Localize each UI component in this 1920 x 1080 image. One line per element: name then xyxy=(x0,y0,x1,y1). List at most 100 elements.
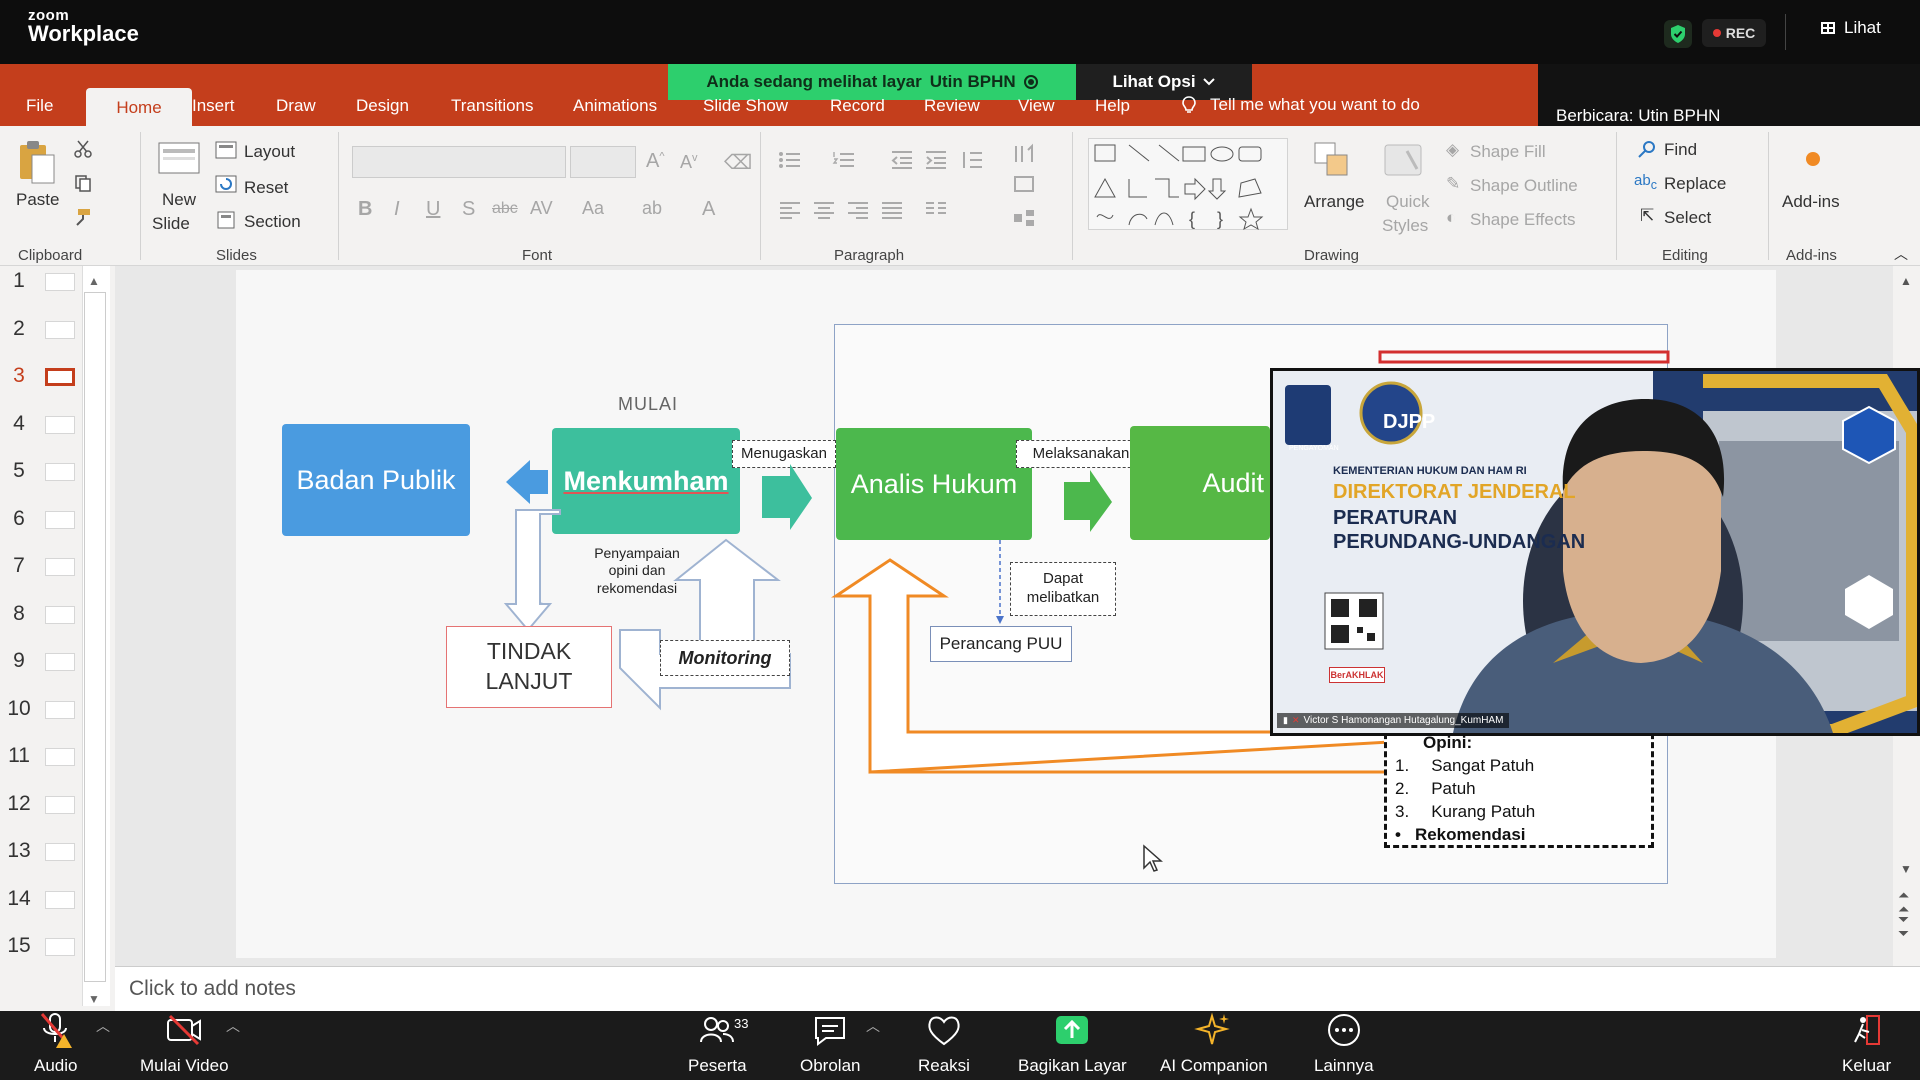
cut-icon[interactable] xyxy=(72,138,94,160)
start-video-button[interactable]: Mulai Video xyxy=(140,1010,229,1076)
shapes-gallery[interactable]: {} xyxy=(1088,138,1288,231)
new-slide-label-1[interactable]: New xyxy=(162,190,196,210)
reset-icon[interactable] xyxy=(214,174,238,194)
ai-companion-button[interactable]: AI Companion xyxy=(1160,1010,1268,1076)
slide-thumbnail[interactable] xyxy=(45,890,75,909)
text-direction-icon[interactable] xyxy=(1010,140,1038,168)
tab-review[interactable]: Review xyxy=(924,96,980,116)
char-spacing-icon[interactable]: AV xyxy=(530,198,553,219)
slide-thumbnail[interactable] xyxy=(45,368,75,386)
new-slide-label-2[interactable]: Slide xyxy=(152,214,190,234)
find-label[interactable]: Find xyxy=(1664,140,1697,160)
format-painter-icon[interactable] xyxy=(72,206,94,228)
slide-number[interactable]: 14 xyxy=(0,887,38,911)
slide-thumbnail[interactable] xyxy=(45,273,75,291)
audio-button[interactable]: Audio xyxy=(34,1010,77,1076)
shape-effects-label[interactable]: Shape Effects xyxy=(1470,210,1576,230)
slide-number[interactable]: 5 xyxy=(0,459,38,483)
bold-icon[interactable]: B xyxy=(358,198,372,221)
slide-thumbnail[interactable] xyxy=(45,843,75,861)
change-case-icon[interactable]: Aa xyxy=(582,198,604,219)
replace-icon[interactable]: abc xyxy=(1634,172,1657,192)
tab-insert[interactable]: Insert xyxy=(192,96,235,116)
increase-indent-icon[interactable] xyxy=(922,148,950,172)
next-slide-icon[interactable]: ⏷ ⏷ xyxy=(1898,912,1909,940)
reactions-button[interactable]: Reaksi xyxy=(918,1010,970,1076)
layout-icon[interactable] xyxy=(214,140,238,160)
slide-thumbnail[interactable] xyxy=(45,605,75,624)
columns-icon[interactable] xyxy=(922,198,950,222)
recording-badge[interactable]: REC xyxy=(1702,19,1766,47)
paste-icon[interactable] xyxy=(14,138,60,186)
scroll-up-icon[interactable]: ▲ xyxy=(1900,274,1912,288)
view-button[interactable]: Lihat xyxy=(1820,18,1881,38)
slide-number[interactable]: 2 xyxy=(0,317,38,341)
section-label[interactable]: Section xyxy=(244,212,301,232)
slide-number[interactable]: 11 xyxy=(0,744,38,768)
audio-options-chevron-icon[interactable]: ︿ xyxy=(96,1016,110,1036)
section-icon[interactable] xyxy=(214,210,238,230)
tab-draw[interactable]: Draw xyxy=(276,96,316,116)
slide-thumbnail[interactable] xyxy=(45,700,75,719)
quick-styles-label-2[interactable]: Styles xyxy=(1382,216,1428,236)
scroll-down-icon[interactable]: ▼ xyxy=(1900,862,1912,876)
new-slide-icon[interactable] xyxy=(156,138,202,184)
quick-styles-icon[interactable] xyxy=(1380,138,1426,184)
shadow-icon[interactable]: S xyxy=(462,198,475,221)
collapse-ribbon-icon[interactable]: ︿ xyxy=(1894,244,1908,264)
chat-button[interactable]: Obrolan xyxy=(800,1010,860,1076)
font-size-select[interactable] xyxy=(570,146,636,178)
slide-thumbnail[interactable] xyxy=(45,415,75,434)
align-right-icon[interactable] xyxy=(844,198,872,222)
slide-number[interactable]: 8 xyxy=(0,602,38,626)
font-family-select[interactable] xyxy=(352,146,566,178)
participant-video[interactable]: DJPP PENGAYOMAN KEMENTERIAN HUKUM DAN HA… xyxy=(1270,368,1920,736)
slide-thumbnail[interactable] xyxy=(45,748,75,766)
slide-thumbnail[interactable] xyxy=(45,510,75,529)
slide-thumbnail[interactable] xyxy=(45,558,75,576)
video-options-chevron-icon[interactable]: ︿ xyxy=(226,1016,240,1036)
scroll-up-icon[interactable]: ▲ xyxy=(88,274,100,288)
tab-transitions[interactable]: Transitions xyxy=(451,96,534,116)
slide-number[interactable]: 10 xyxy=(0,697,38,721)
shape-outline-icon[interactable]: ✎ xyxy=(1446,174,1460,194)
decrease-indent-icon[interactable] xyxy=(888,148,916,172)
slide-number[interactable]: 3 xyxy=(0,364,38,388)
layout-label[interactable]: Layout xyxy=(244,142,295,162)
select-icon[interactable]: ⇱ xyxy=(1640,206,1654,226)
chat-options-chevron-icon[interactable]: ︿ xyxy=(866,1016,880,1036)
align-text-icon[interactable] xyxy=(1010,172,1038,196)
slide-thumbnail[interactable] xyxy=(45,653,75,671)
share-screen-button[interactable]: Bagikan Layar xyxy=(1018,1010,1127,1076)
add-ins-label[interactable]: Add-ins xyxy=(1782,192,1840,212)
justify-icon[interactable] xyxy=(878,198,906,222)
select-label[interactable]: Select xyxy=(1664,208,1711,228)
scroll-down-icon[interactable]: ▼ xyxy=(88,992,100,1006)
slide-number[interactable]: 6 xyxy=(0,507,38,531)
find-icon[interactable] xyxy=(1636,138,1658,160)
slide-thumbnail[interactable] xyxy=(45,320,75,339)
quick-styles-label-1[interactable]: Quick xyxy=(1386,192,1429,212)
font-color-icon[interactable]: A xyxy=(702,198,715,221)
strikethrough-icon[interactable]: abc xyxy=(492,200,518,218)
highlight-icon[interactable]: ab xyxy=(642,198,662,219)
shape-fill-icon[interactable]: ◈ xyxy=(1446,140,1459,160)
line-spacing-icon[interactable] xyxy=(958,148,986,172)
leave-button[interactable]: Keluar xyxy=(1842,1010,1891,1076)
slide-thumbnail[interactable] xyxy=(45,463,75,481)
clear-format-icon[interactable]: ⌫ xyxy=(724,150,752,175)
scroll-thumb[interactable] xyxy=(84,292,106,982)
slide-number[interactable]: 9 xyxy=(0,649,38,673)
align-center-icon[interactable] xyxy=(810,198,838,222)
italic-icon[interactable]: I xyxy=(394,198,400,221)
bullets-icon[interactable] xyxy=(776,148,804,172)
tab-home[interactable]: Home xyxy=(86,88,192,128)
tab-design[interactable]: Design xyxy=(356,96,409,116)
shrink-font-icon[interactable]: Av xyxy=(680,152,698,173)
smartart-icon[interactable] xyxy=(1010,206,1038,230)
slide-number[interactable]: 15 xyxy=(0,934,38,958)
paste-label[interactable]: Paste xyxy=(16,190,59,210)
underline-icon[interactable]: U xyxy=(426,198,440,221)
slide-number[interactable]: 1 xyxy=(0,269,38,293)
slide-number[interactable]: 4 xyxy=(0,412,38,436)
